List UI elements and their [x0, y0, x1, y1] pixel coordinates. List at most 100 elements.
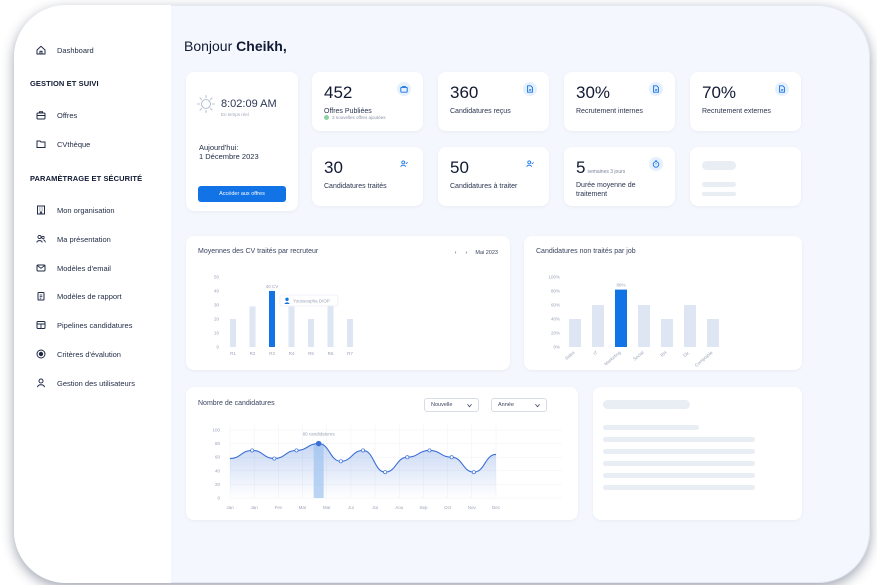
folder-icon	[36, 140, 46, 148]
sidebar-item-dashboard[interactable]: Dashboard	[36, 42, 94, 58]
x-tick-label: R4	[289, 351, 295, 356]
sidebar-item-pipelines[interactable]: Pipelines candidatures	[36, 317, 132, 333]
bar	[269, 291, 275, 347]
data-point	[294, 448, 299, 453]
skeleton-line	[702, 192, 736, 196]
stat-card-recrutement-externes[interactable]: 70% Recrutement externes	[690, 72, 801, 131]
data-point	[250, 448, 255, 453]
sidebar-item-label: Modèles de rapport	[57, 291, 122, 301]
y-tick-label: 100%	[548, 275, 560, 280]
line-chart-candidatures: 0 20 40 60 80 100 Jan Jan Fev Mar Mar Jui Jui Aou Sep O…	[212, 425, 562, 510]
y-tick-label: 40	[215, 468, 221, 473]
stat-label: Candidatures reçus	[450, 108, 511, 115]
stat-value: 50	[450, 158, 469, 177]
bar	[707, 319, 719, 347]
bar	[308, 319, 314, 347]
clock-time: 8:02:09 AM	[221, 98, 277, 110]
stat-label: Durée moyenne de traitement	[576, 182, 636, 198]
chart-card-cv-par-recruteur: Moyennes des CV traités par recruteur ‹ …	[186, 236, 510, 370]
stat-unit: semaines 3 jours	[587, 169, 626, 175]
tooltip-text: Youssoupha DIOP	[293, 299, 330, 304]
bar-value-label: 40 CV	[266, 284, 279, 289]
bar	[230, 319, 236, 347]
x-tick-label: R1	[230, 351, 236, 356]
sidebar-item-modeles-email[interactable]: Modèles d'email	[36, 260, 111, 276]
pipeline-icon	[36, 321, 46, 329]
x-tick-label: Mar	[323, 505, 331, 510]
skeleton-line	[603, 485, 755, 490]
x-tick-label: Comptable	[694, 350, 714, 368]
access-offers-button[interactable]: Accéder aux offres	[198, 186, 286, 202]
x-tick-label: R5	[308, 351, 314, 356]
data-point	[315, 440, 322, 447]
x-tick-label: Sales	[564, 349, 576, 361]
stat-label: Candidatures traités	[324, 183, 387, 190]
x-tick-label: R6	[328, 351, 334, 356]
stat-label: Candidatures à traiter	[450, 183, 518, 190]
user-name: Cheikh,	[236, 38, 287, 54]
sidebar-item-label: Dashboard	[57, 45, 94, 55]
stat-value: 360	[450, 83, 479, 102]
sidebar-item-ma-presentation[interactable]: Ma présentation	[36, 231, 111, 247]
sidebar-item-label: Pipelines candidatures	[57, 320, 133, 330]
data-point	[361, 448, 365, 453]
stat-card-duree-moyenne[interactable]: 5 semaines 3 jours Durée moyenne de trait…	[564, 147, 675, 206]
sidebar-item-label: Modèles d'email	[57, 263, 111, 273]
stat-card-offres[interactable]: 452 Offres Publiées 3 nouvelles offres a…	[312, 72, 423, 131]
stat-card-candidatures-recues[interactable]: 360 Candidatures reçus	[438, 72, 549, 131]
user-icon	[37, 378, 45, 388]
stat-card-candidatures-traites[interactable]: 30 Candidatures traités	[312, 147, 423, 206]
user-check-icon	[526, 160, 534, 167]
sun-icon	[196, 94, 216, 114]
y-tick-label: 80	[215, 441, 221, 446]
y-tick-label: 50	[214, 275, 220, 280]
bar	[288, 306, 295, 347]
stat-value: 5 semaines 3 jours	[576, 158, 626, 177]
sidebar-item-cvtheque[interactable]: CVthèque	[36, 136, 90, 152]
y-tick-label: 20%	[551, 331, 560, 336]
stat-label: Recrutement internes	[576, 108, 643, 115]
y-tick-label: 0	[216, 345, 219, 350]
skeleton-line	[702, 161, 736, 170]
x-tick-label: Nov	[468, 505, 477, 510]
sidebar-item-mon-organisation[interactable]: Mon organisation	[36, 202, 115, 218]
radio-icon	[36, 349, 46, 359]
highlight-column	[313, 443, 324, 498]
stat-value: 30	[324, 158, 343, 177]
app-window: Dashboard GESTION ET SUIVI Offres CVthèq…	[14, 5, 870, 583]
x-tick-label: R3	[269, 351, 275, 356]
green-dot-icon	[324, 115, 329, 120]
stat-card-candidatures-a-traiter[interactable]: 50 Candidatures à traiter	[438, 147, 549, 206]
bar	[327, 305, 334, 347]
x-tick-label: Aou	[395, 505, 404, 510]
sidebar-item-label: Offres	[57, 110, 78, 120]
x-tick-label: IT	[592, 350, 598, 357]
sidebar-item-offres[interactable]: Offres	[36, 107, 77, 123]
clipboard-icon	[37, 292, 45, 301]
section-title-gestion: GESTION ET SUIVI	[30, 79, 99, 88]
home-icon	[36, 45, 46, 55]
skeleton-line	[603, 473, 755, 478]
x-tick-label: Mar	[299, 505, 307, 510]
stat-card-recrutement-internes[interactable]: 30% Recrutement internes	[564, 72, 675, 131]
x-tick-label: Dir.	[682, 350, 690, 358]
data-point	[471, 470, 476, 475]
sidebar-item-criteres[interactable]: Critères d'évalution	[36, 346, 121, 362]
building-icon	[37, 205, 45, 215]
x-tick-label: R7	[347, 351, 353, 356]
x-tick-label: Marketing	[603, 350, 622, 367]
sidebar-item-modeles-rapport[interactable]: Modèles de rapport	[36, 288, 122, 304]
stat-icon-bg	[397, 82, 411, 96]
tooltip-user-icon	[285, 297, 289, 301]
y-tick-label: 0	[217, 496, 220, 501]
chart-card-non-traites-par-job: Candidatures non traités par job 0% 20% 40…	[524, 236, 802, 370]
sidebar-item-gestion-utilisateurs[interactable]: Gestion des utilisateurs	[36, 375, 135, 391]
x-tick-label: Sep	[419, 505, 428, 510]
x-tick-label: Oct	[444, 505, 452, 510]
x-tick-label: R2	[250, 351, 256, 356]
sidebar-item-label: Critères d'évalution	[57, 349, 121, 359]
y-tick-label: 0%	[553, 345, 560, 350]
skeleton-line	[603, 437, 755, 442]
stat-value: 452	[324, 83, 353, 102]
clock-realtime-label: En temps réel	[221, 112, 249, 117]
